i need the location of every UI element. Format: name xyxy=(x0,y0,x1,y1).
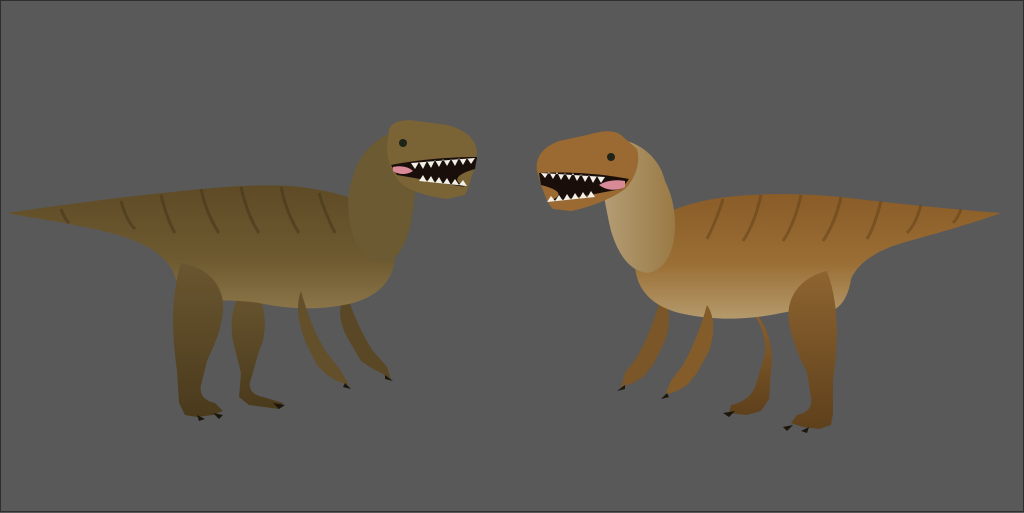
dinosaur-left-far-arm xyxy=(340,293,391,379)
dinosaur-left-eye xyxy=(399,139,407,147)
render-viewport xyxy=(0,0,1024,512)
dinosaur-right xyxy=(536,131,1001,433)
dinosaur-right-near-arm xyxy=(665,305,714,395)
dinosaur-right-far-arm xyxy=(621,297,670,387)
dinosaur-scene xyxy=(7,120,1001,433)
dinosaur-right-claws xyxy=(617,385,809,433)
dinosaur-right-near-hind-leg xyxy=(788,271,837,429)
dinosaur-left-claws xyxy=(197,375,393,421)
dinosaur-right-eye xyxy=(607,153,615,161)
dinosaur-left xyxy=(7,120,477,421)
dinosaur-left-near-hind-leg xyxy=(173,263,224,417)
